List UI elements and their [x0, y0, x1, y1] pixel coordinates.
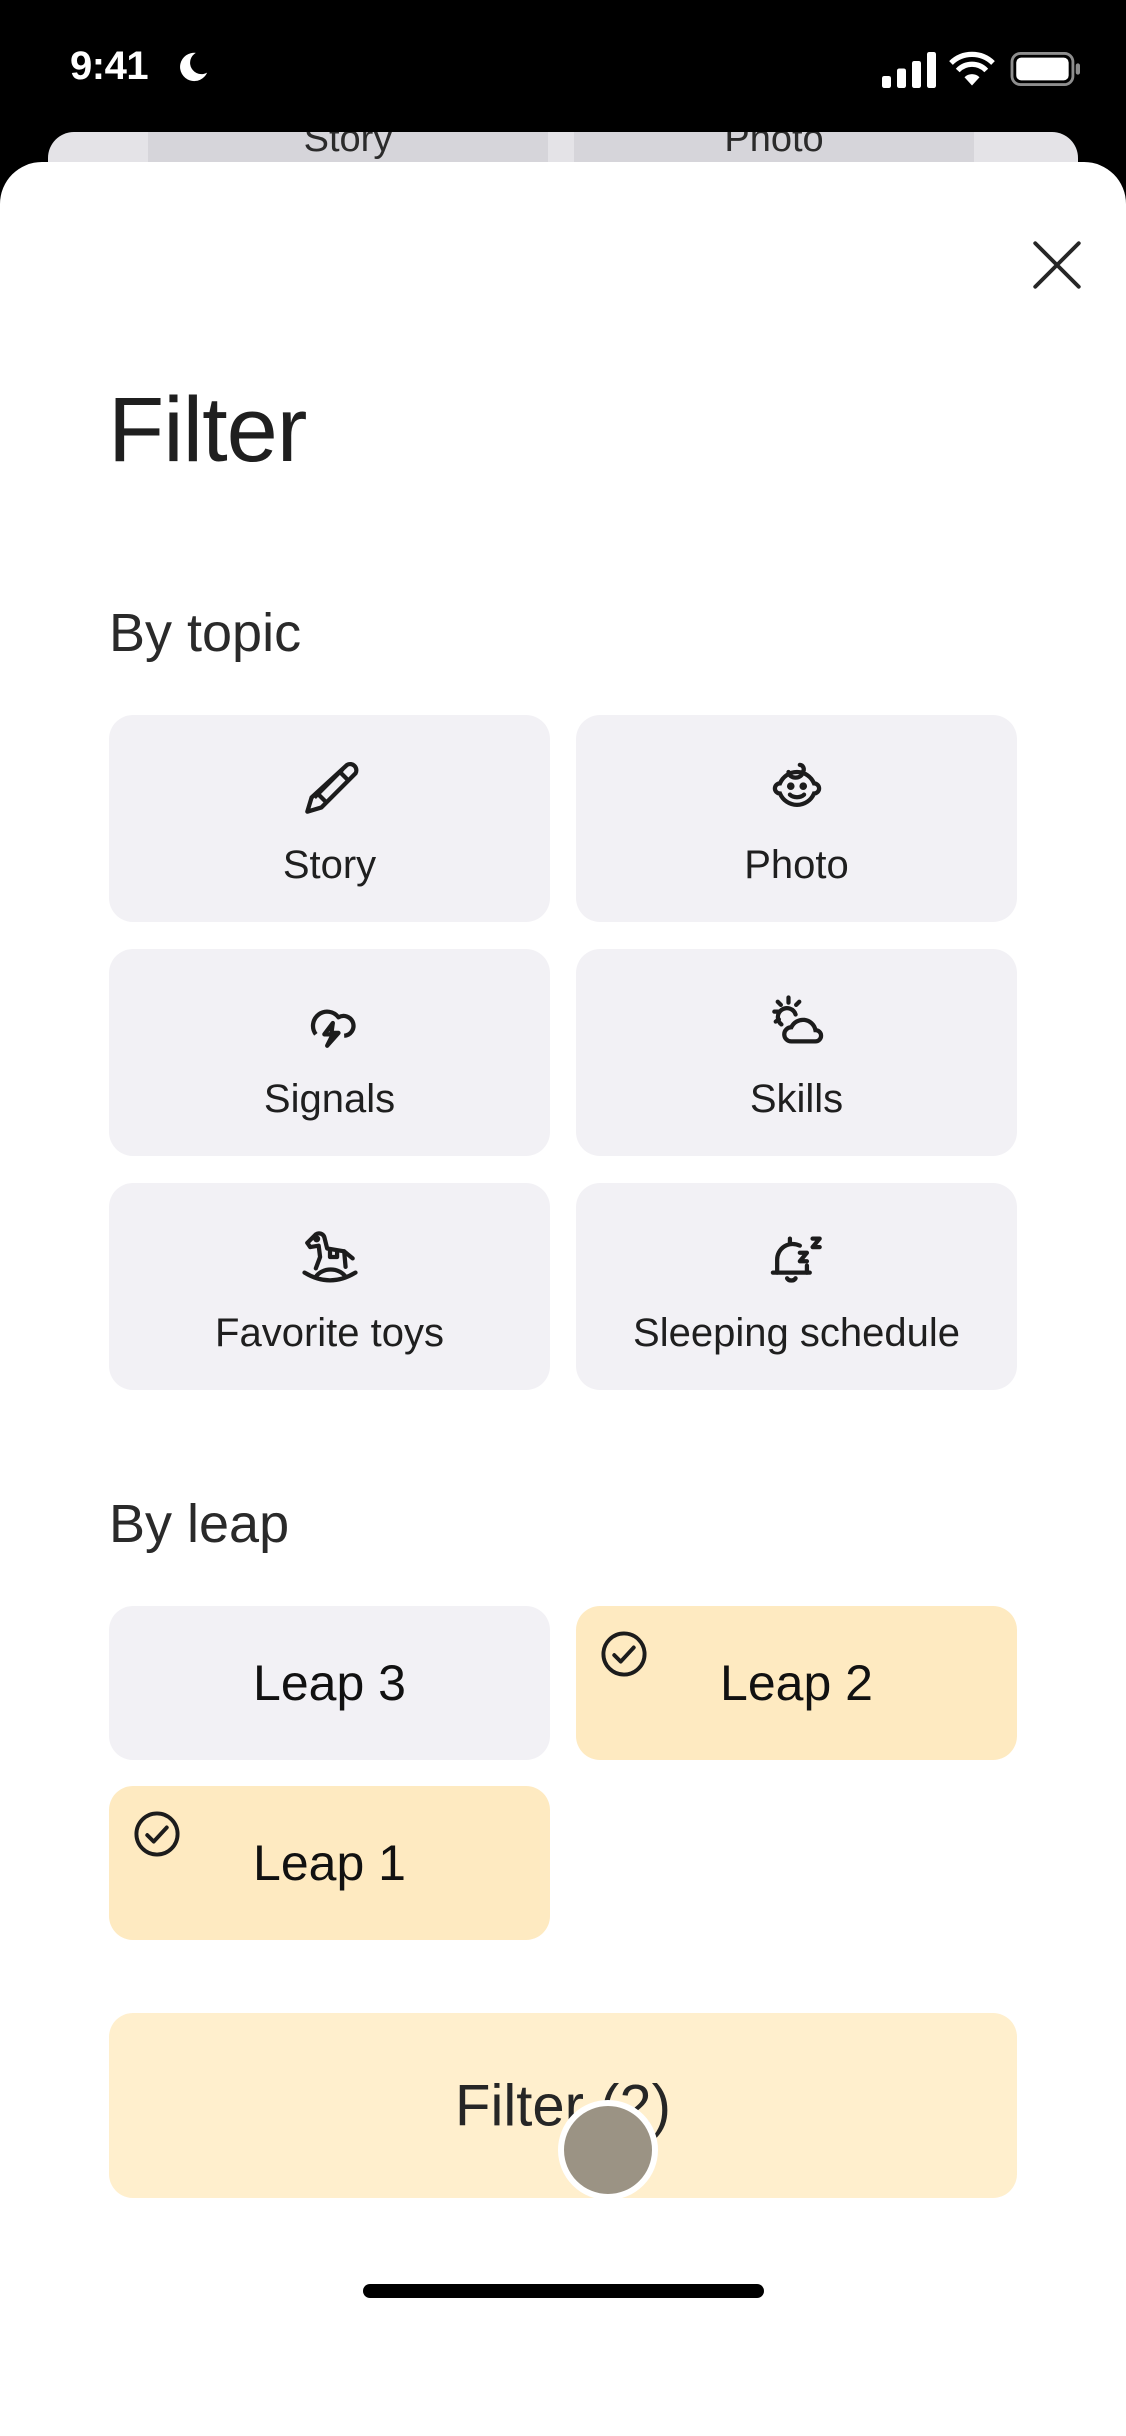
- leap-2[interactable]: Leap 2: [576, 1606, 1017, 1760]
- leap-3[interactable]: Leap 3: [109, 1606, 550, 1760]
- topic-favorite-toys[interactable]: Favorite toys: [109, 1183, 550, 1390]
- status-time: 9:41: [70, 44, 149, 88]
- topic-photo[interactable]: Photo: [576, 715, 1017, 922]
- section-title-leap: By leap: [109, 1494, 290, 1554]
- touch-indicator: [558, 2100, 658, 2200]
- close-icon[interactable]: [1028, 236, 1086, 294]
- status-bar: 9:41: [0, 0, 1126, 130]
- background-tab-label: Story: [303, 132, 393, 160]
- topic-label: Signals: [263, 1077, 396, 1121]
- cellular-signal-icon: [882, 52, 936, 88]
- wifi-icon: [949, 51, 995, 86]
- topic-label: Story: [282, 843, 377, 887]
- topic-label: Sleeping schedule: [633, 1311, 960, 1355]
- leap-label: Leap 2: [720, 1655, 873, 1711]
- moon-icon: [180, 52, 208, 82]
- baby-face-icon: [772, 762, 821, 807]
- battery-icon: [1010, 52, 1080, 86]
- topic-skills[interactable]: Skills: [576, 949, 1017, 1156]
- leap-label: Leap 1: [253, 1835, 406, 1891]
- topic-label: Favorite toys: [215, 1311, 444, 1355]
- leap-label: Leap 3: [253, 1655, 406, 1711]
- sun-cloud-icon: [771, 995, 823, 1044]
- pencil-icon: [304, 762, 358, 814]
- rocking-horse-icon: [301, 1231, 358, 1283]
- topic-story[interactable]: Story: [109, 715, 550, 922]
- topic-label: Photo: [744, 843, 849, 887]
- page-title: Filter: [108, 379, 307, 481]
- topic-signals[interactable]: Signals: [109, 949, 550, 1156]
- topic-label: Skills: [749, 1077, 844, 1121]
- leap-1[interactable]: Leap 1: [109, 1786, 550, 1940]
- background-tab-label: Photo: [724, 132, 824, 160]
- home-indicator[interactable]: [363, 2284, 764, 2298]
- storm-cloud-icon: [310, 1009, 356, 1048]
- section-title-topic: By topic: [109, 603, 302, 663]
- sleep-bell-icon: [770, 1236, 822, 1283]
- topic-sleeping-schedule[interactable]: Sleeping schedule: [576, 1183, 1017, 1390]
